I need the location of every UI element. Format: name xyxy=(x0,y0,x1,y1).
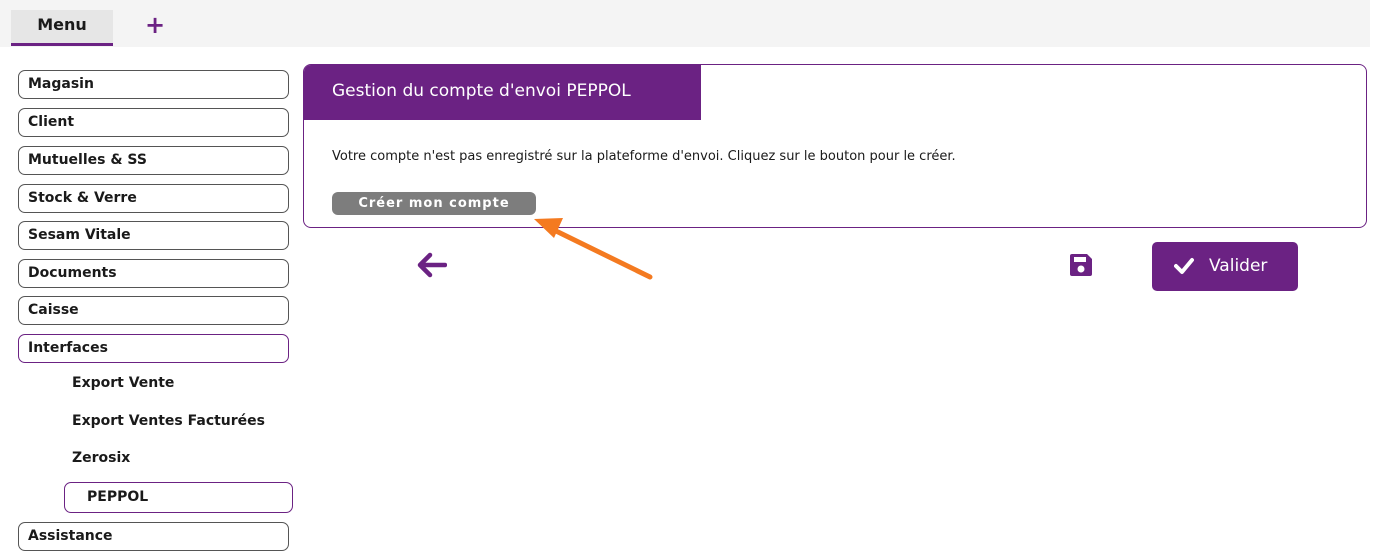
sidebar-item-assistance[interactable]: Assistance xyxy=(18,522,289,551)
sidebar-subitem-peppol[interactable]: PEPPOL xyxy=(64,482,293,513)
sidebar-item-stock-verre[interactable]: Stock & Verre xyxy=(18,184,289,213)
add-tab-button[interactable]: + xyxy=(143,10,167,40)
create-account-button[interactable]: Créer mon compte xyxy=(332,192,536,215)
sidebar-item-mutuelles[interactable]: Mutuelles & SS xyxy=(18,146,289,175)
arrow-left-icon[interactable] xyxy=(417,252,447,278)
sidebar-item-interfaces[interactable]: Interfaces xyxy=(18,334,289,363)
floppy-disk-icon[interactable] xyxy=(1068,252,1094,278)
top-tab-bar: Menu + xyxy=(0,0,1370,47)
checkmark-icon xyxy=(1174,258,1194,274)
account-status-message: Votre compte n'est pas enregistré sur la… xyxy=(332,149,956,164)
sidebar-item-sesam-vitale[interactable]: Sesam Vitale xyxy=(18,221,289,250)
sidebar-item-documents[interactable]: Documents xyxy=(18,259,289,288)
sidebar-subitem-export-vente[interactable]: Export Vente xyxy=(72,368,174,398)
sidebar-item-magasin[interactable]: Magasin xyxy=(18,70,289,99)
validate-button[interactable]: Valider xyxy=(1152,242,1298,291)
sidebar-subitem-zerosix[interactable]: Zerosix xyxy=(72,443,130,473)
menu-tab[interactable]: Menu xyxy=(11,10,113,46)
panel-title: Gestion du compte d'envoi PEPPOL xyxy=(304,65,701,120)
validate-button-label: Valider xyxy=(1209,256,1268,276)
peppol-account-panel: Gestion du compte d'envoi PEPPOL Votre c… xyxy=(303,64,1367,228)
sidebar-item-caisse[interactable]: Caisse xyxy=(18,296,289,325)
annotation-arrow-icon xyxy=(534,218,653,280)
sidebar-item-client[interactable]: Client xyxy=(18,108,289,137)
sidebar-subitem-export-ventes-facturees[interactable]: Export Ventes Facturées xyxy=(72,406,265,436)
